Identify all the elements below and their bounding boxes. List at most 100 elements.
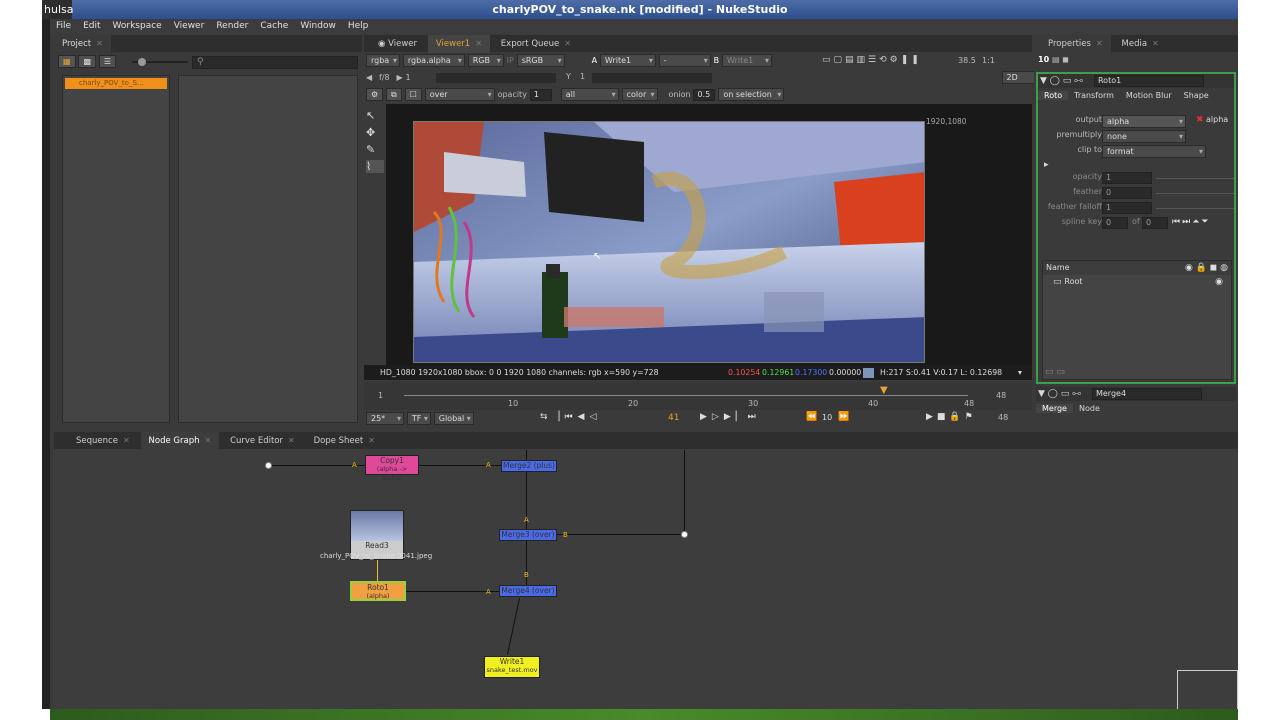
play-arrow-icon[interactable]: ▶	[397, 73, 403, 82]
a-input-dropdown[interactable]: Write1	[599, 54, 656, 67]
selection-dropdown[interactable]: on selection	[718, 88, 785, 101]
spline-key-input[interactable]: 0	[1102, 217, 1128, 229]
tab-node-graph[interactable]: Node Graph ✕	[140, 432, 220, 450]
output-dropdown[interactable]: alpha	[1102, 115, 1186, 128]
roi-icon[interactable]: ⧉	[386, 88, 402, 101]
search-icon[interactable]: ⚲	[192, 56, 358, 69]
y-slider[interactable]	[592, 73, 712, 83]
skip-icon[interactable]: ⏪	[806, 412, 817, 422]
collapse-icon[interactable]: ▼ ◯ ▭ ⧟	[1038, 389, 1081, 399]
menu-render[interactable]: Render	[210, 19, 254, 34]
opacity-knob-input[interactable]: 1	[1102, 172, 1152, 184]
node-name-field[interactable]: Roto1	[1093, 75, 1204, 87]
close-icon[interactable]: ✕	[475, 39, 482, 48]
viewer-tool-icons[interactable]: ▭▢▤▥☰⟲⚙❚❚	[822, 55, 922, 65]
fps-dropdown[interactable]: 25*	[366, 412, 404, 425]
y-value[interactable]: 1	[580, 72, 585, 81]
tab-properties[interactable]: Properties ✕	[1034, 35, 1111, 53]
menu-help[interactable]: Help	[342, 19, 375, 34]
dot-node[interactable]	[265, 462, 272, 469]
step-value[interactable]: 10	[822, 413, 832, 422]
transform-tool-icon[interactable]: ✥	[366, 126, 384, 139]
tab-viewer1[interactable]: Viewer1 ✕	[427, 35, 490, 53]
alpha-channel-dropdown[interactable]: rgba.alpha	[402, 54, 465, 67]
tab-roto[interactable]: Roto	[1038, 91, 1069, 100]
onion-input[interactable]: 0.5	[693, 89, 716, 101]
checkbox-icon[interactable]: ☐	[404, 88, 422, 101]
color-dropdown[interactable]: color	[621, 88, 658, 101]
chevron-down-icon[interactable]: ▾	[1018, 365, 1022, 380]
premultiply-dropdown[interactable]: none	[1102, 130, 1186, 143]
add-remove-icons[interactable]: ▭ ▭	[1045, 367, 1065, 377]
playhead[interactable]: ▼	[880, 385, 888, 396]
tab-dope-sheet[interactable]: Dope Sheet ✕	[306, 432, 383, 450]
comp-mode-dropdown[interactable]: over	[424, 88, 495, 101]
close-icon[interactable]: ✕	[1152, 39, 1159, 48]
feather-slider[interactable]	[1156, 193, 1234, 194]
zoom-value[interactable]: 38.5	[958, 56, 976, 65]
tab-merge[interactable]: Merge	[1036, 404, 1073, 413]
viewer-canvas[interactable]: 1920,1080 ↖	[386, 104, 1032, 366]
close-icon[interactable]: ✕	[1096, 39, 1103, 48]
navigator-box[interactable]	[1177, 670, 1238, 710]
node-graph-panel[interactable]: Sequence ✕ Node Graph ✕ Curve Editor ✕ Dope…	[54, 432, 1238, 710]
bezier-tool-icon[interactable]: ✎	[366, 143, 384, 156]
tab-motion-blur[interactable]: Motion Blur	[1120, 91, 1178, 100]
grid-view-icon[interactable]: ▦	[58, 55, 76, 68]
tree-root-row[interactable]: ▭ Root ◉	[1043, 275, 1231, 289]
tab-transform[interactable]: Transform	[1068, 91, 1120, 100]
feather-input[interactable]: 0	[1102, 187, 1152, 199]
all-dropdown[interactable]: all	[560, 88, 619, 101]
tab-sequence[interactable]: Sequence ✕	[54, 432, 138, 450]
opacity-slider[interactable]	[1156, 178, 1234, 179]
falloff-slider[interactable]	[1156, 208, 1234, 209]
skip-forward-icon[interactable]: ⏩	[838, 412, 849, 422]
merge4-node[interactable]: Merge4 (over)	[499, 585, 557, 597]
wipe-dropdown[interactable]: -	[658, 54, 711, 67]
opacity-input[interactable]: 1	[529, 89, 552, 101]
max-panels-count[interactable]: 10	[1038, 55, 1049, 64]
menu-viewer[interactable]: Viewer	[168, 19, 211, 34]
playback-mode-icons[interactable]: ▶■🔒⚑	[926, 412, 977, 422]
roto1-node[interactable]: Roto1 (alpha)	[350, 581, 406, 601]
close-icon[interactable]: ✕	[368, 436, 375, 445]
brush-tool-icon[interactable]: ⌇	[366, 160, 384, 173]
list-view-icon[interactable]: ☰	[98, 55, 117, 68]
merge2-node[interactable]: Merge2 (plus)	[501, 460, 557, 472]
timeline[interactable]: 1 10 20 30 40 48 ▼ 48	[364, 382, 1032, 410]
spline-of-input[interactable]: 0	[1142, 217, 1168, 229]
expand-arrow-icon[interactable]: ▸	[1038, 160, 1234, 172]
b-input-dropdown[interactable]: Write1	[722, 54, 773, 67]
settings-icon[interactable]: ⚙	[366, 88, 384, 101]
lut-dropdown[interactable]: sRGB	[516, 54, 565, 67]
close-icon[interactable]: ✕	[204, 436, 211, 445]
menu-workspace[interactable]: Workspace	[107, 19, 168, 34]
dot-node[interactable]	[681, 531, 688, 538]
close-icon[interactable]: ✕	[96, 39, 103, 48]
slider-handle[interactable]	[138, 58, 146, 66]
tab-media[interactable]: Media ✕	[1114, 35, 1167, 53]
tab-export-queue[interactable]: Export Queue ✕	[493, 35, 579, 53]
transport-forward-icons[interactable]: ▶▷▶▏⏭	[700, 412, 761, 422]
tab-shape[interactable]: Shape	[1178, 91, 1215, 100]
menu-window[interactable]: Window	[294, 19, 342, 34]
merge3-node[interactable]: Merge3 (over)	[499, 529, 557, 541]
display-channels-dropdown[interactable]: RGB	[467, 54, 504, 67]
write1-node[interactable]: Write1 snake_test.mov	[484, 656, 540, 678]
select-tool-icon[interactable]: ↖	[366, 109, 384, 122]
channels-dropdown[interactable]: rgba	[366, 54, 400, 67]
checkbox-icon[interactable]: ✖	[1196, 115, 1204, 125]
close-icon[interactable]: ✕	[123, 436, 130, 445]
tab-project[interactable]: Project ✕	[54, 35, 111, 53]
frame-value[interactable]: 1	[406, 73, 411, 82]
tab-node[interactable]: Node	[1073, 404, 1106, 413]
x-slider[interactable]	[436, 73, 556, 83]
tf-dropdown[interactable]: TF	[406, 412, 431, 425]
merge4-name-field[interactable]: Merge4	[1091, 388, 1202, 400]
tile-view-icon[interactable]: ▩	[78, 55, 96, 68]
copy1-node[interactable]: Copy1 (alpha -> alpha)	[365, 455, 419, 482]
close-icon[interactable]: ✕	[564, 39, 571, 48]
clip-to-dropdown[interactable]: format	[1102, 145, 1206, 158]
ip-button[interactable]: IP	[507, 56, 514, 65]
eye-icon[interactable]: ◉	[1215, 275, 1231, 289]
